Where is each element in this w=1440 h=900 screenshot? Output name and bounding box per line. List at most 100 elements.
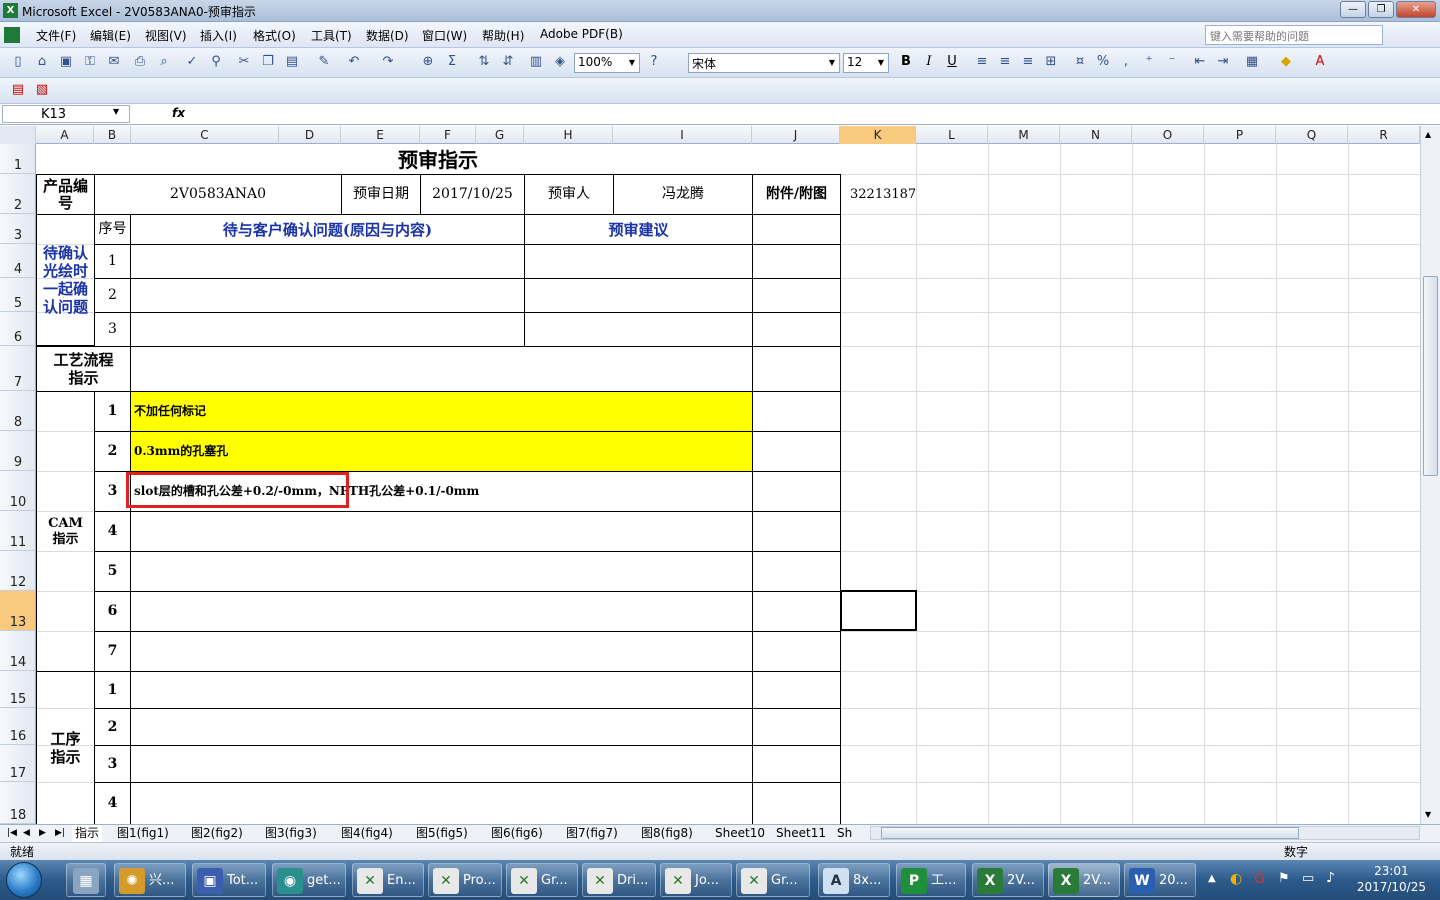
taskbar-item[interactable]: ✕ En... [352, 863, 424, 897]
table-cell[interactable] [752, 312, 841, 347]
row-header[interactable]: 16 [0, 708, 36, 745]
table-cell[interactable] [130, 511, 753, 552]
taskbar-item-active[interactable]: X 2V... [1048, 863, 1120, 897]
taskbar-item[interactable]: ✕ Dri... [582, 863, 656, 897]
email-icon[interactable]: ✉ [106, 54, 122, 70]
table-cell[interactable] [524, 312, 753, 347]
row-header[interactable]: 2 [0, 174, 36, 214]
sheet-title[interactable]: 预审指示 [36, 144, 840, 175]
select-all-corner[interactable] [0, 126, 36, 144]
table-cell[interactable] [752, 244, 841, 279]
column-header[interactable]: K [840, 126, 916, 144]
save-icon[interactable]: ▣ [58, 54, 74, 70]
column-header[interactable]: J [752, 126, 840, 144]
cam-seq[interactable]: 5 [94, 551, 131, 592]
tray-app-icon[interactable]: G [1254, 871, 1265, 887]
last-sheet-icon[interactable]: ▶| [52, 825, 68, 842]
tab-sheet-active[interactable]: 指示 [72, 825, 103, 842]
table-cell[interactable] [130, 745, 753, 783]
hscroll-thumb[interactable] [881, 827, 1299, 839]
taskbar-item[interactable]: ✕ Pro... [428, 863, 502, 897]
taskbar-item[interactable]: P 工... [896, 863, 966, 897]
cam-item[interactable]: 不加任何标记 [130, 391, 753, 432]
row-header[interactable]: 8 [0, 391, 36, 431]
tray-app-icon[interactable]: ◐ [1230, 871, 1242, 887]
cam-seq[interactable]: 1 [94, 391, 131, 432]
row-header[interactable]: 3 [0, 214, 36, 244]
decrease-decimal-icon[interactable]: ⁻ [1164, 54, 1180, 70]
merge-center-icon[interactable]: ⊞ [1043, 54, 1059, 70]
menu-format[interactable]: 格式(O) [253, 27, 296, 44]
attachment-label[interactable]: 附件/附图 [752, 174, 841, 215]
align-right-icon[interactable]: ≡ [1020, 54, 1036, 70]
cam-seq[interactable]: 6 [94, 591, 131, 632]
table-cell[interactable] [752, 431, 841, 472]
tab-sheet[interactable]: 图3(fig3) [262, 825, 320, 842]
cam-seq[interactable]: 2 [94, 431, 131, 472]
formula-input[interactable] [192, 105, 1432, 123]
print-preview-icon[interactable]: ⌕ [156, 54, 172, 70]
column-header[interactable]: A [36, 126, 94, 144]
tab-sheet[interactable]: Sheet10 [712, 825, 768, 842]
row-header[interactable]: 11 [0, 511, 36, 551]
permission-icon[interactable]: ⚿ [82, 54, 98, 70]
new-icon[interactable]: ▯ [10, 54, 26, 70]
seq-label[interactable]: 序号 [94, 214, 131, 245]
taskbar-item[interactable]: W 20... [1124, 863, 1196, 897]
hyperlink-icon[interactable]: ⊕ [420, 54, 436, 70]
align-left-icon[interactable]: ≡ [974, 54, 990, 70]
scroll-thumb[interactable] [1423, 276, 1438, 476]
table-cell[interactable] [130, 782, 753, 825]
table-cell[interactable] [752, 745, 841, 783]
column-header[interactable]: O [1132, 126, 1204, 144]
table-cell[interactable] [524, 278, 753, 313]
table-cell[interactable] [752, 278, 841, 313]
taskbar-item[interactable]: ◉ get... [272, 863, 346, 897]
table-cell[interactable] [130, 278, 525, 313]
next-sheet-icon[interactable]: ▶ [36, 825, 49, 842]
table-cell[interactable] [130, 312, 525, 347]
reviewer-name[interactable]: 冯龙腾 [613, 174, 753, 215]
help-search-input[interactable]: 键入需要帮助的问题 [1205, 25, 1383, 45]
menu-help[interactable]: 帮助(H) [482, 27, 524, 44]
column-header[interactable]: Q [1276, 126, 1348, 144]
cam-label[interactable]: CAM指示 [36, 391, 95, 672]
taskbar-item[interactable]: ✕ Gr... [736, 863, 810, 897]
column-header[interactable]: L [916, 126, 988, 144]
tab-sheet[interactable]: Sh [834, 825, 855, 842]
column-header[interactable]: B [94, 126, 131, 144]
row-header[interactable]: 14 [0, 631, 36, 671]
product-label[interactable]: 产品编号 [36, 174, 95, 215]
chart-wizard-icon[interactable]: ▥ [528, 54, 544, 70]
table-cell[interactable] [524, 244, 753, 279]
taskbar-item[interactable]: ✺ 兴... [114, 863, 186, 897]
open-icon[interactable]: ⌂ [34, 54, 50, 70]
workbook-icon[interactable] [4, 27, 20, 43]
op-seq[interactable]: 2 [94, 708, 131, 746]
table-cell[interactable] [130, 631, 753, 672]
chevron-down-icon[interactable]: ▼ [113, 107, 119, 116]
restore-button[interactable]: ❐ [1368, 1, 1394, 18]
column-header[interactable]: I [613, 126, 752, 144]
network-icon[interactable]: ▭ [1302, 871, 1314, 886]
cut-icon[interactable]: ✂ [236, 54, 252, 70]
table-cell[interactable] [752, 631, 841, 672]
decrease-indent-icon[interactable]: ⇤ [1192, 54, 1208, 70]
tab-sheet[interactable]: 图6(fig6) [488, 825, 546, 842]
row-header[interactable]: 12 [0, 551, 36, 591]
cam-item[interactable]: 0.3mm的孔塞孔 [130, 431, 753, 472]
confirm-seq[interactable]: 1 [94, 244, 131, 279]
op-seq[interactable]: 4 [94, 782, 131, 825]
drawing-icon[interactable]: ◈ [552, 54, 568, 70]
format-painter-icon[interactable]: ✎ [316, 54, 332, 70]
process-label[interactable]: 工艺流程指示 [36, 346, 131, 392]
start-button[interactable] [6, 862, 42, 898]
op-seq[interactable]: 3 [94, 745, 131, 783]
row-header[interactable]: 15 [0, 671, 36, 708]
table-cell[interactable] [130, 244, 525, 279]
review-date[interactable]: 2017/10/25 [420, 174, 525, 215]
horizontal-scrollbar[interactable] [870, 826, 1420, 840]
bold-button[interactable]: B [898, 54, 914, 70]
column-header[interactable]: H [524, 126, 613, 144]
help-icon[interactable]: ? [646, 54, 662, 70]
